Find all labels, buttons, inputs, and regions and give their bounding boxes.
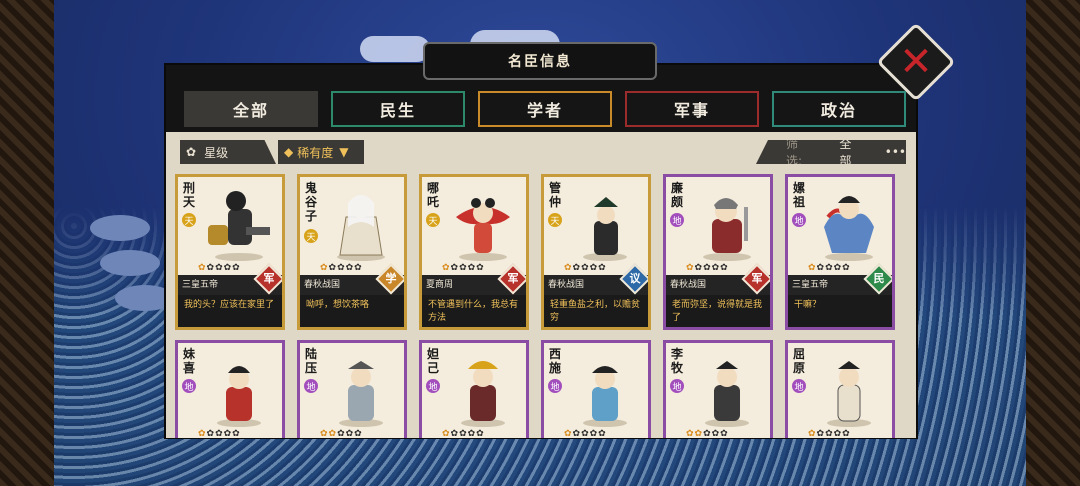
left-frame [0,0,54,486]
star-rating: ✿✿✿✿✿ [198,429,241,438]
star-sort-label: 星级 [204,145,229,160]
cloud [360,36,430,62]
minister-portrait [456,198,510,261]
minister-portrait [583,366,627,427]
star-sort-button[interactable]: ✿ 星级 [180,140,276,164]
grade-badge: 地 [304,379,318,393]
grade-badge: 地 [182,379,196,393]
minister-card[interactable]: 西施 地 ✿✿✿✿✿ [541,340,651,438]
minister-portrait [705,361,749,427]
tab-all[interactable]: 全部 [184,91,318,127]
screen-filter-button[interactable]: 筛选: 全部 ••• [756,140,906,164]
role-label: 民 [873,272,885,285]
star-rating: ✿✿✿✿✿ [442,429,485,438]
grade-badge: 天 [304,229,318,243]
grade-badge: 地 [548,379,562,393]
rarity-sort-button[interactable]: ◆ 稀有度 ▼ [278,140,364,164]
grade-badge: 天 [548,213,562,227]
sort-bar: ✿ 星级 ◆ 稀有度 ▼ [180,140,364,164]
minister-name: 妹喜 [183,347,196,375]
minister-name: 管仲 [549,181,562,209]
minister-card[interactable]: 刑天 天 ✿✿✿✿✿ 三皇五帝 军 我的头？应该在家里了 [175,174,285,330]
minister-portrait [337,195,385,261]
minister-name: 鬼谷子 [305,181,318,223]
role-label: 议 [629,272,641,285]
minister-portrait [208,191,270,261]
diamond-icon: ◆ [284,145,294,159]
role-label: 军 [751,272,763,285]
minister-portrait [703,198,751,261]
grade-badge: 地 [670,379,684,393]
minister-card[interactable]: 嫘祖 地 ✿✿✿✿✿ 三皇五帝 民 干嘛？ [785,174,895,330]
minister-name: 刑天 [183,181,196,209]
minister-portrait [339,361,383,427]
panel-title: 名臣信息 [423,42,657,80]
minister-name: 妲己 [427,347,440,375]
minister-quote: 老而弥坚，说得就是我了 [666,295,770,327]
close-icon[interactable]: ✕ [888,34,944,90]
grade-badge: 地 [426,379,440,393]
minister-name: 嫘祖 [793,181,806,209]
minister-name: 陆压 [305,347,318,375]
minister-portrait [827,361,871,427]
right-frame [1026,0,1080,486]
minister-quote: 轻重鱼盐之利，以赡贫穷 [544,295,648,327]
grade-badge: 天 [426,213,440,227]
grade-badge: 地 [792,379,806,393]
star-rating: ✿✿✿✿✿ [808,429,851,438]
minister-portrait [217,366,261,427]
minister-name: 廉颇 [671,181,684,209]
role-label: 学 [385,272,397,285]
star-rating: ✿✿✿✿✿ [564,429,607,438]
minister-quote: 不管遇到什么，我总有方法 [422,295,526,327]
minister-quote: 我的头？应该在家里了 [178,295,282,327]
minister-name: 哪吒 [427,181,440,209]
role-label: 军 [507,272,519,285]
tab-livelihood[interactable]: 民生 [331,91,465,127]
grade-badge: 地 [670,213,684,227]
triangle-down-icon: ▼ [339,145,349,159]
star-rating: ✿✿✿✿✿ [808,263,851,273]
rarity-sort-label: 稀有度 [297,145,334,160]
minister-card[interactable]: 廉颇 地 ✿✿✿✿✿ 春秋战国 军 老而弥坚，说得就是我了 [663,174,773,330]
more-icon[interactable]: ••• [885,145,906,159]
star-rating: ✿✿✿✿✿ [320,429,363,438]
minister-name: 西施 [549,347,562,375]
screen-filter-value: 全部 [839,137,852,168]
tab-military[interactable]: 军事 [625,91,759,127]
minister-card[interactable]: 李牧 地 ✿✿✿✿✿ [663,340,773,438]
minister-card[interactable]: 陆压 地 ✿✿✿✿✿ [297,340,407,438]
minister-name: 屈原 [793,347,806,375]
minister-card[interactable]: 屈原 地 ✿✿✿✿✿ [785,340,895,438]
floating-island [90,215,150,241]
star-rating: ✿✿✿✿✿ [564,263,607,273]
card-grid-area: ✿ 星级 ◆ 稀有度 ▼ 筛选: 全部 ••• 刑天 天 ✿✿✿✿✿ 三皇五帝 … [166,132,916,438]
minister-quote: 呦呼，想饮茶咯 [300,295,404,327]
minister-card[interactable]: 鬼谷子 天 ✿✿✿✿✿ 春秋战国 学 呦呼，想饮茶咯 [297,174,407,330]
star-rating: ✿✿✿✿✿ [686,429,729,438]
minister-card[interactable]: 哪吒 天 ✿✿✿✿✿ 夏商周 军 不管遇到什么，我总有方法 [419,174,529,330]
screen-filter-label: 筛选: [786,137,803,168]
star-rating: ✿✿✿✿✿ [320,263,363,273]
minister-portrait [461,361,505,427]
minister-card[interactable]: 妹喜 地 ✿✿✿✿✿ [175,340,285,438]
minister-quote: 干嘛？ [788,295,892,327]
grade-badge: 天 [182,213,196,227]
minister-card[interactable]: 管仲 天 ✿✿✿✿✿ 春秋战国 议 轻重鱼盐之利，以赡贫穷 [541,174,651,330]
minister-name: 李牧 [671,347,684,375]
tab-scholar[interactable]: 学者 [478,91,612,127]
minister-portrait [583,197,627,261]
grade-badge: 地 [792,213,806,227]
star-rating: ✿✿✿✿✿ [686,263,729,273]
tab-politics[interactable]: 政治 [772,91,906,127]
star-rating: ✿✿✿✿✿ [442,263,485,273]
role-label: 军 [263,272,275,285]
star-rating: ✿✿✿✿✿ [198,263,241,273]
minister-card[interactable]: 妲己 地 ✿✿✿✿✿ [419,340,529,438]
flower-icon: ✿ [186,145,197,159]
minister-portrait [824,196,874,261]
floating-island [100,250,160,276]
